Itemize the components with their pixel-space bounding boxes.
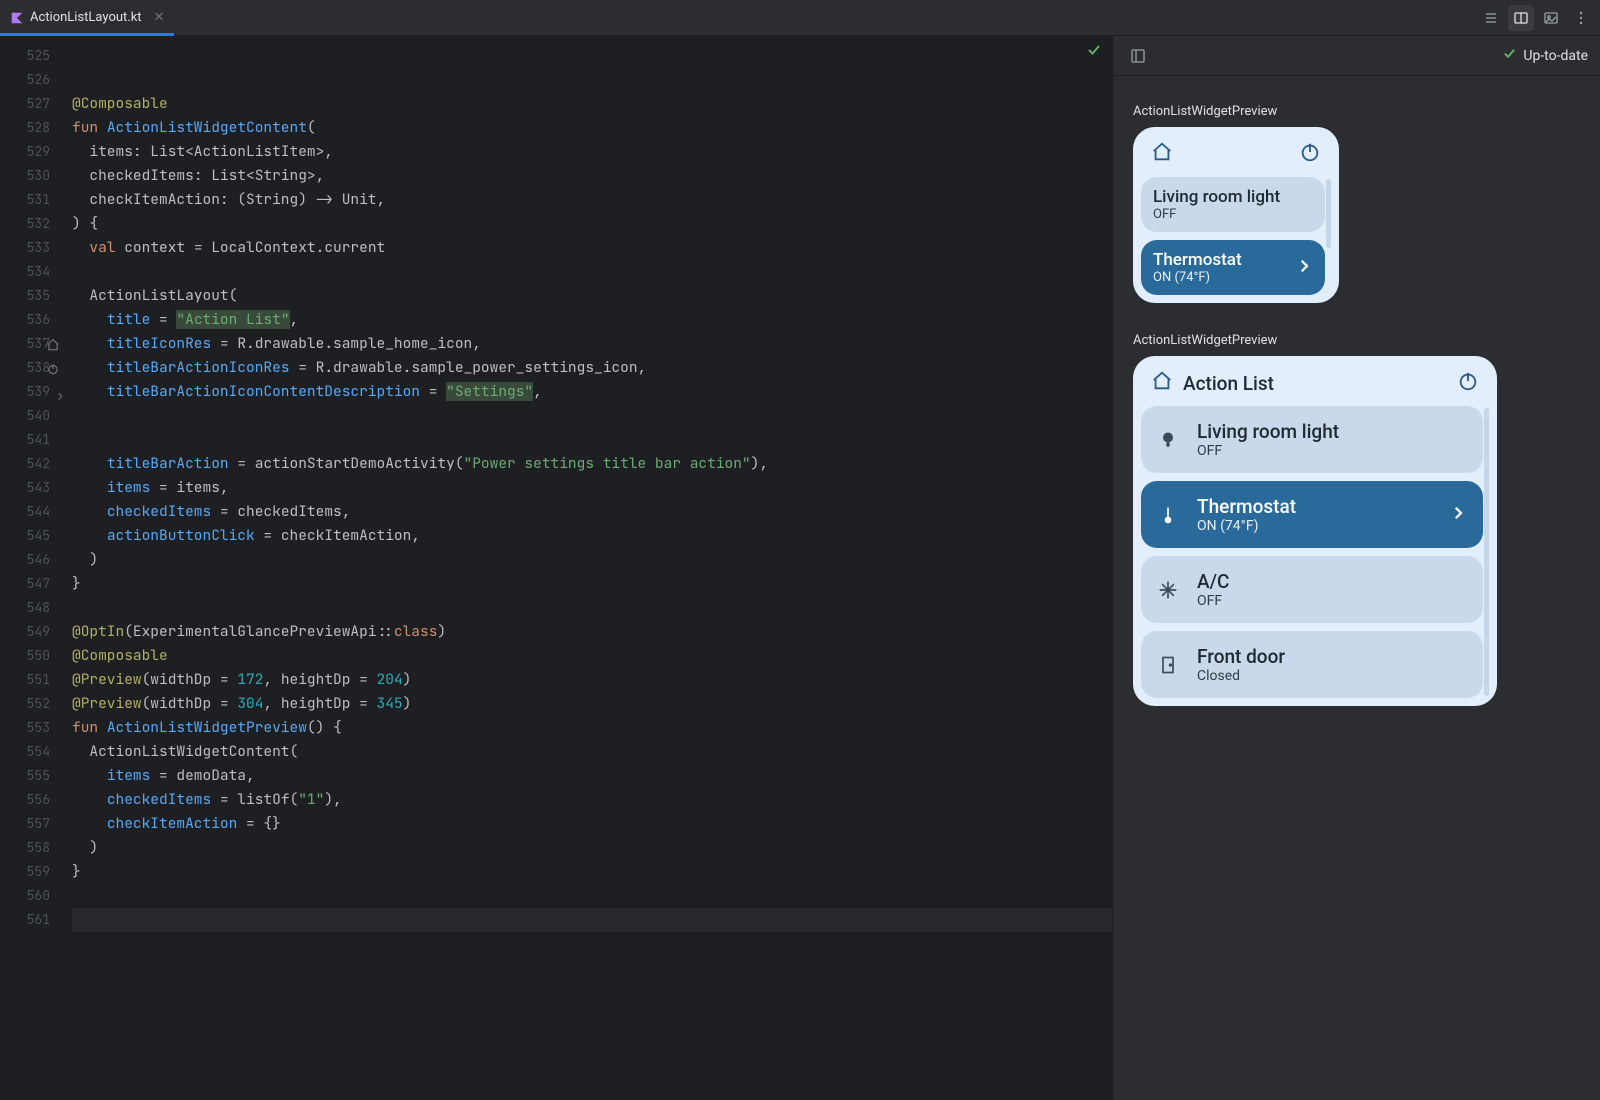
bulb-icon	[1157, 430, 1179, 450]
item-name: Living room light	[1197, 420, 1467, 443]
item-name: Thermostat	[1153, 250, 1281, 270]
preview-body[interactable]: ActionListWidgetPreview Living room ligh…	[1113, 76, 1600, 1100]
scrollbar[interactable]	[1326, 179, 1331, 248]
editor-pane: 5255265275285295305315325335345355365375…	[0, 36, 1112, 1100]
thermometer-icon	[1157, 505, 1179, 525]
list-item[interactable]: Front door Closed	[1141, 631, 1483, 698]
design-view-icon[interactable]	[1538, 5, 1564, 31]
widget-list: Living room light OFF Thermostat ON (74°…	[1141, 177, 1331, 295]
split-view-icon[interactable]	[1508, 5, 1534, 31]
item-state: ON (74°F)	[1153, 270, 1281, 285]
preview-status: Up-to-date	[1502, 46, 1588, 65]
home-icon	[1151, 141, 1173, 167]
item-name: A/C	[1197, 570, 1467, 593]
snowflake-icon	[1157, 580, 1179, 600]
list-item[interactable]: A/C OFF	[1141, 556, 1483, 623]
tab-bar: ActionListLayout.kt ✕	[0, 0, 1600, 36]
door-icon	[1157, 655, 1179, 675]
item-state: Closed	[1197, 668, 1467, 684]
code-area[interactable]: @Composablefun ActionListWidgetContent( …	[72, 36, 1112, 1100]
chevron-right-icon	[1449, 504, 1467, 526]
gutter: 5255265275285295305315325335345355365375…	[0, 36, 72, 1100]
more-actions-icon[interactable]	[1568, 5, 1594, 31]
list-item[interactable]: Thermostat ON (74°F)	[1141, 481, 1483, 548]
preview-pane: Up-to-date ActionListWidgetPreview	[1112, 36, 1600, 1100]
preview-label-2: ActionListWidgetPreview	[1133, 333, 1586, 348]
widget-preview-large[interactable]: Action List Living room light OFF	[1133, 356, 1497, 706]
chevron-right-icon	[1295, 257, 1313, 279]
power-icon[interactable]	[1299, 141, 1321, 167]
item-name: Living room light	[1153, 187, 1313, 207]
widget-preview-small[interactable]: Living room light OFF Thermostat ON (74°…	[1133, 127, 1339, 303]
preview-toolbar: Up-to-date	[1113, 36, 1600, 76]
tab-actions	[1478, 5, 1600, 31]
item-state: OFF	[1197, 593, 1467, 609]
close-icon[interactable]: ✕	[154, 10, 165, 25]
widget-header	[1141, 137, 1331, 177]
list-item[interactable]: Living room light OFF	[1141, 177, 1325, 232]
tabs: ActionListLayout.kt ✕	[0, 0, 174, 35]
kotlin-file-icon	[10, 11, 24, 25]
item-state: OFF	[1197, 443, 1467, 459]
preview-layout-icon[interactable]	[1125, 43, 1151, 69]
item-name: Front door	[1197, 645, 1467, 668]
code-only-view-icon[interactable]	[1478, 5, 1504, 31]
item-state: ON (74°F)	[1197, 518, 1431, 534]
list-item[interactable]: Living room light OFF	[1141, 406, 1483, 473]
item-state: OFF	[1153, 207, 1313, 222]
list-item[interactable]: Thermostat ON (74°F)	[1141, 240, 1325, 295]
analysis-ok-icon[interactable]	[1086, 42, 1102, 62]
tab-filename: ActionListLayout.kt	[30, 10, 142, 25]
widget-list: Living room light OFF Thermostat ON (74°…	[1141, 406, 1489, 698]
widget-title: Action List	[1183, 372, 1457, 395]
scrollbar[interactable]	[1484, 408, 1489, 696]
preview-status-text: Up-to-date	[1523, 48, 1588, 64]
tab-file[interactable]: ActionListLayout.kt ✕	[0, 0, 174, 35]
home-icon	[1151, 370, 1173, 396]
check-icon	[1502, 46, 1517, 65]
preview-label-1: ActionListWidgetPreview	[1133, 104, 1586, 119]
widget-header: Action List	[1141, 366, 1489, 406]
main-split: 5255265275285295305315325335345355365375…	[0, 36, 1600, 1100]
item-name: Thermostat	[1197, 495, 1431, 518]
power-icon[interactable]	[1457, 370, 1479, 396]
